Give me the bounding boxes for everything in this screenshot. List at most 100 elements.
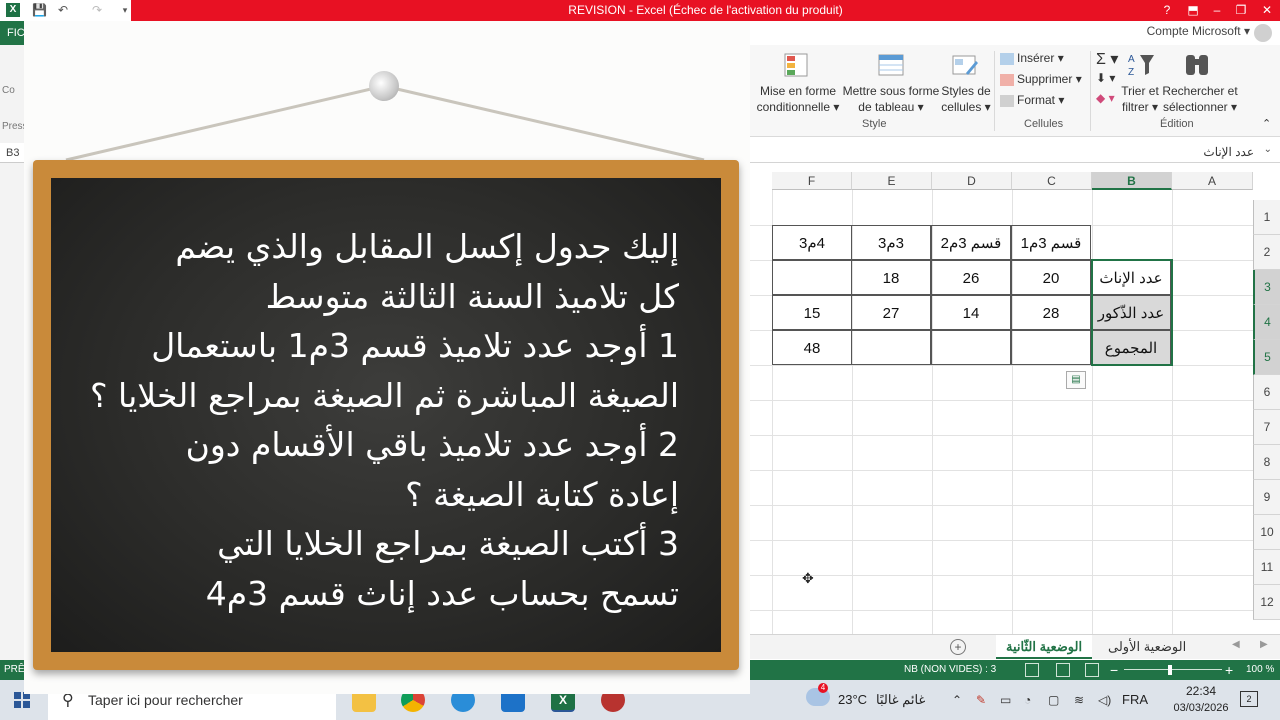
zoom-slider-thumb[interactable]: [1168, 665, 1172, 675]
paste-options-icon[interactable]: ▤: [1066, 371, 1086, 389]
column-header-a[interactable]: A: [1172, 172, 1253, 190]
autosum-icon[interactable]: Σ ▾: [1096, 49, 1118, 69]
zoom-slider[interactable]: [1124, 669, 1222, 670]
cell-f3[interactable]: [772, 260, 852, 295]
row-header-2[interactable]: 2: [1253, 235, 1280, 270]
cell-d3[interactable]: 26: [931, 260, 1011, 295]
tab-file[interactable]: FICHIER: [0, 21, 26, 45]
sheet-tab-first[interactable]: الوضعية الأولى: [1098, 635, 1196, 659]
pdf-tray-icon[interactable]: ✎: [976, 693, 986, 707]
row-header-9[interactable]: 9: [1253, 480, 1280, 515]
weather-description[interactable]: غائم غالبًا: [876, 692, 925, 708]
column-header-b[interactable]: B: [1092, 172, 1172, 190]
cell-f4[interactable]: 15: [772, 295, 852, 330]
column-header-c[interactable]: C: [1012, 172, 1092, 190]
row-header-3[interactable]: 3: [1253, 270, 1280, 305]
account-menu[interactable]: Compte Microsoft ▾: [1147, 24, 1250, 38]
title-bar: X 💾 ↶ ↷ ▾ REVISION - Excel (Échec de l'a…: [0, 0, 1280, 21]
expand-formula-icon[interactable]: ⌄: [1264, 144, 1272, 155]
cell-styles-button[interactable]: Styles de cellules ▾: [936, 83, 996, 115]
find-select-button[interactable]: Rechercher et sélectionner ▾: [1160, 83, 1240, 115]
row-header-4[interactable]: 4: [1253, 305, 1280, 340]
cell-styles-icon: [952, 55, 978, 75]
row-header-12[interactable]: 12: [1253, 585, 1280, 620]
weather-badge: 4: [818, 683, 828, 693]
zoom-level[interactable]: 100 %: [1246, 660, 1274, 680]
cell-c4[interactable]: 28: [1011, 295, 1091, 330]
row-header-6[interactable]: 6: [1253, 375, 1280, 410]
windows-start-icon[interactable]: [14, 692, 30, 708]
battery-icon[interactable]: ▭: [1000, 693, 1011, 707]
ribbon-display-button[interactable]: ⬒: [1182, 0, 1204, 21]
spreadsheet-grid[interactable]: F E D C B A 1 2 3 4 5 6 7 8 9 10 11 12 4…: [750, 172, 1280, 634]
fill-icon[interactable]: ⬇ ▾: [1096, 71, 1115, 85]
cell-c2[interactable]: قسم 3م1: [1011, 225, 1091, 260]
customize-qat-icon[interactable]: ▾: [118, 3, 132, 17]
zoom-out-button[interactable]: −: [1110, 660, 1118, 680]
volume-icon[interactable]: ◁): [1098, 693, 1111, 707]
group-label-style: Style: [862, 118, 887, 130]
cell-e4[interactable]: 27: [851, 295, 931, 330]
row-header-11[interactable]: 11: [1253, 550, 1280, 585]
sheet-prev-icon[interactable]: ◀: [1232, 639, 1240, 650]
row-header-5[interactable]: 5: [1253, 340, 1280, 375]
row-header-8[interactable]: 8: [1253, 445, 1280, 480]
tray-expand-icon[interactable]: ⌃: [952, 693, 962, 707]
zoom-in-button[interactable]: +: [1225, 660, 1233, 680]
language-indicator[interactable]: FRA: [1122, 692, 1148, 707]
sort-filter-button[interactable]: Trier et filtrer ▾: [1116, 83, 1164, 115]
sheet-tab-second[interactable]: الوضعية الثّانية: [996, 635, 1093, 659]
conditional-format-line2: conditionnelle: [756, 100, 831, 114]
close-button[interactable]: ✕: [1256, 0, 1278, 21]
cell-e5[interactable]: [851, 330, 931, 365]
insert-button[interactable]: Insérer ▾: [1000, 51, 1064, 65]
restore-button[interactable]: ❐: [1230, 0, 1252, 21]
row-header-10[interactable]: 10: [1253, 515, 1280, 550]
cell-d2[interactable]: قسم 3م2: [931, 225, 1011, 260]
format-as-table-button[interactable]: Mettre sous forme de tableau ▾: [840, 83, 942, 115]
row-header-1[interactable]: 1: [1253, 200, 1280, 235]
column-header-f[interactable]: F: [772, 172, 852, 190]
cell-d5[interactable]: [931, 330, 1011, 365]
clock-date[interactable]: 03/03/2026: [1172, 702, 1230, 714]
avatar[interactable]: [1254, 24, 1272, 42]
gridline: [750, 575, 1253, 576]
cell-f2[interactable]: 4م3: [772, 225, 852, 260]
collapse-ribbon-icon[interactable]: ⌃: [1262, 117, 1271, 130]
cell-c5[interactable]: [1011, 330, 1091, 365]
network-icon[interactable]: ◔: [1024, 693, 1031, 707]
hanging-string: [65, 84, 705, 162]
wifi-icon[interactable]: ≋: [1074, 693, 1084, 707]
page-break-icon[interactable]: [1085, 663, 1099, 677]
sheet-next-icon[interactable]: ▶: [1260, 639, 1268, 650]
display-icon[interactable]: ▢: [1048, 693, 1059, 707]
add-sheet-button[interactable]: +: [950, 639, 966, 655]
cell-d4[interactable]: 14: [931, 295, 1011, 330]
notifications-icon[interactable]: 2: [1240, 691, 1258, 707]
cell-e3[interactable]: 18: [851, 260, 931, 295]
help-button[interactable]: ?: [1156, 0, 1178, 21]
normal-view-icon[interactable]: [1025, 663, 1039, 677]
delete-button[interactable]: Supprimer ▾: [1000, 72, 1082, 86]
column-header-d[interactable]: D: [932, 172, 1012, 190]
cell-e2[interactable]: 3م3: [851, 225, 931, 260]
account-label: Compte Microsoft: [1146, 24, 1241, 38]
gridline: [750, 470, 1253, 471]
page-layout-icon[interactable]: [1056, 663, 1070, 677]
formula-bar[interactable]: عدد الإناث ⌄: [750, 141, 1280, 163]
clear-icon[interactable]: ◆ ▾: [1096, 91, 1115, 105]
format-button[interactable]: Format ▾: [1000, 93, 1064, 107]
save-icon[interactable]: 💾: [32, 3, 47, 17]
ribbon: Mise en forme conditionnelle ▾ Mettre so…: [750, 45, 1280, 137]
conditional-format-button[interactable]: Mise en forme conditionnelle ▾: [754, 83, 842, 115]
cell-f5[interactable]: 48: [772, 330, 852, 365]
cell-c3[interactable]: 20: [1011, 260, 1091, 295]
row-header-7[interactable]: 7: [1253, 410, 1280, 445]
minimize-button[interactable]: –: [1206, 0, 1228, 21]
weather-temperature[interactable]: 23°C: [838, 692, 867, 707]
column-header-e[interactable]: E: [852, 172, 932, 190]
name-box[interactable]: B3: [0, 143, 24, 163]
clock-time[interactable]: 22:34: [1172, 684, 1230, 698]
undo-icon[interactable]: ↶: [56, 3, 70, 17]
redo-icon[interactable]: ↷: [90, 3, 104, 17]
